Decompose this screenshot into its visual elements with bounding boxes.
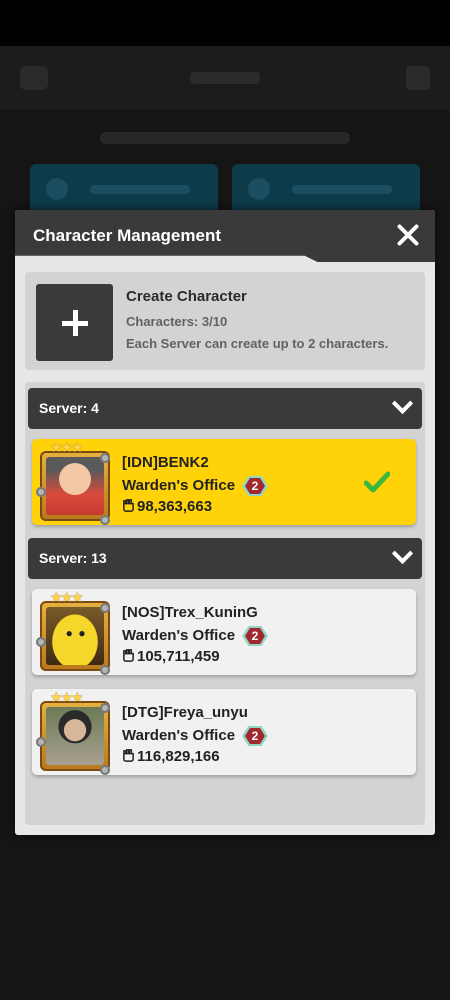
star-rank-icon: ★★★ (50, 439, 84, 455)
create-character-title: Create Character (126, 288, 247, 305)
character-power: 116,829,166 (122, 748, 220, 765)
fist-icon (123, 649, 134, 662)
server-header-4[interactable]: Server: 4 (28, 388, 422, 429)
chevron-down-icon (394, 548, 410, 564)
chevron-down-icon (394, 398, 410, 414)
rank-badge: 2 (242, 626, 268, 646)
check-icon (364, 471, 390, 493)
character-card-freya-unyu[interactable]: ★★★ [DTG]Freya_unyu Warden's Office 2 11… (32, 689, 416, 775)
character-name: [NOS]Trex_KuninG (122, 604, 258, 621)
avatar: ★★★ (36, 439, 114, 525)
create-character-button[interactable] (36, 284, 113, 361)
background-title (190, 72, 260, 84)
rank-badge: 2 (242, 726, 268, 746)
character-power: 98,363,663 (122, 498, 212, 515)
modal-title: Character Management (33, 226, 222, 245)
server-header-13[interactable]: Server: 13 (28, 538, 422, 579)
character-office: Warden's Office (122, 477, 236, 494)
character-name: [IDN]BENK2 (122, 454, 209, 471)
character-management-modal: Character Management Create Character Ch… (15, 210, 435, 835)
fist-icon (123, 499, 134, 512)
avatar: ★★★ (36, 689, 114, 775)
character-card-trex-kuning[interactable]: ★★★ [NOS]Trex_KuninG Warden's Office 2 1… (32, 589, 416, 675)
background-header (0, 46, 450, 110)
server-label: Server: 4 (39, 400, 99, 416)
server-limit-note: Each Server can create up to 2 character… (126, 336, 389, 351)
character-count: Characters: 3/10 (126, 314, 228, 329)
close-icon[interactable] (393, 220, 423, 250)
character-list-panel: Server: 4 ★★★ [IDN]BENK2 Warden's Office… (25, 382, 425, 825)
character-office: Warden's Office (122, 627, 236, 644)
create-character-panel: Create Character Characters: 3/10 Each S… (25, 272, 425, 370)
avatar: ★★★ (36, 589, 114, 675)
fist-icon (123, 749, 134, 762)
background-button-right (232, 164, 420, 214)
background-button-left (30, 164, 218, 214)
star-rank-icon: ★★★ (50, 589, 84, 605)
character-card-benk2[interactable]: ★★★ [IDN]BENK2 Warden's Office 2 98,363,… (32, 439, 416, 525)
background-menu-icon (406, 66, 430, 90)
server-label: Server: 13 (39, 550, 107, 566)
character-name: [DTG]Freya_unyu (122, 704, 248, 721)
star-rank-icon: ★★★ (50, 689, 84, 705)
background-back-icon (20, 66, 48, 90)
status-bar (0, 0, 450, 46)
character-power: 105,711,459 (122, 648, 220, 665)
rank-badge: 2 (242, 476, 268, 496)
background-subtitle (100, 132, 350, 144)
character-office: Warden's Office (122, 727, 236, 744)
